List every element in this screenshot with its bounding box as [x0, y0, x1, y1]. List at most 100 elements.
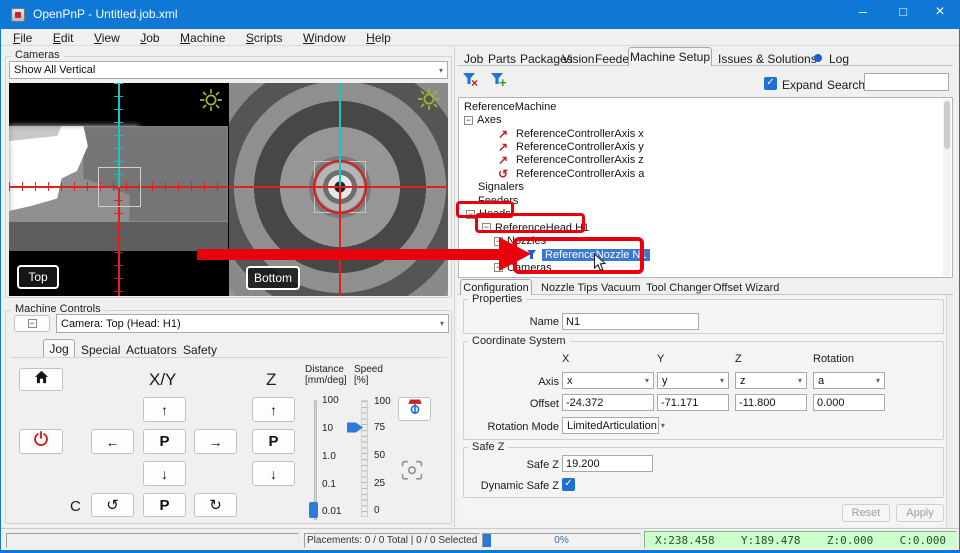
tab-jog[interactable]: Jog — [43, 339, 75, 357]
tab-vision[interactable]: Vision — [562, 52, 594, 66]
tree-item-axis-z[interactable]: ↗ ReferenceControllerAxis z — [462, 154, 952, 167]
minimize-button[interactable]: – — [846, 3, 880, 27]
camera-view-mode-select[interactable]: Show All Vertical ▾ — [9, 61, 448, 79]
camera-view-mode-value: Show All Vertical — [14, 64, 95, 76]
offset-x-input[interactable] — [562, 394, 654, 411]
safe-z-input[interactable] — [562, 455, 653, 472]
progress-bar: 0% — [482, 533, 641, 548]
tree-item-cameras[interactable]: − Cameras — [462, 261, 952, 274]
reset-button[interactable]: Reset — [842, 504, 890, 522]
menu-item-scripts[interactable]: Scripts — [238, 30, 291, 46]
tree-item-feeders[interactable]: Feeders — [462, 194, 952, 207]
name-input[interactable] — [562, 313, 699, 330]
axis-z-select[interactable]: z▾ — [735, 372, 807, 389]
collapse-expander-icon[interactable]: − — [464, 116, 473, 125]
tab-nozzle-tips[interactable]: Nozzle Tips — [541, 282, 598, 294]
light-icon[interactable] — [417, 87, 441, 116]
menu-item-job[interactable]: Job — [132, 30, 167, 46]
camera-strip: Top Bottom — [9, 83, 448, 296]
light-icon[interactable] — [199, 88, 223, 117]
arrow-right-icon: → — [209, 434, 223, 450]
expand-checkbox[interactable]: ✓ — [764, 77, 777, 90]
rotate-ccw-button[interactable]: ↺ — [91, 493, 134, 517]
offset-y-input[interactable] — [657, 394, 729, 411]
tree-item-axis-x[interactable]: ↗ ReferenceControllerAxis x — [462, 127, 952, 140]
menu-item-view[interactable]: View — [86, 30, 128, 46]
menu-item-file[interactable]: File — [5, 30, 40, 46]
camera-view-top[interactable]: Top — [9, 83, 228, 296]
park-c-button[interactable]: P — [143, 493, 186, 517]
camera-view-bottom[interactable]: Bottom — [229, 83, 448, 296]
tab-machine-setup[interactable]: Machine Setup — [628, 47, 712, 66]
chevron-down-icon: ▾ — [439, 66, 443, 75]
dynamic-safe-z-checkbox[interactable]: ✓ — [562, 478, 575, 491]
jog-z-down-button[interactable]: ↓ — [252, 461, 295, 486]
tab-offset-wizard[interactable]: Offset Wizard — [713, 282, 779, 294]
maximize-button[interactable]: □ — [886, 4, 920, 28]
collapse-expander-icon[interactable]: − — [482, 223, 491, 232]
tab-safety[interactable]: Safety — [183, 343, 217, 357]
tree-scrollbar-thumb[interactable] — [944, 101, 950, 149]
coordinate-system-legend: Coordinate System — [468, 335, 570, 347]
tab-parts[interactable]: Parts — [488, 52, 516, 66]
tree-item-axes[interactable]: − Axes — [462, 113, 952, 126]
close-button[interactable]: × — [923, 3, 957, 27]
collapse-controls-button[interactable]: − — [14, 315, 50, 332]
placements-status: Placements: 0 / 0 Total | 0 / 0 Selected… — [304, 533, 480, 548]
linear-axis-icon: ↗ — [498, 142, 513, 152]
tree-item-axis-y[interactable]: ↗ ReferenceControllerAxis y — [462, 140, 952, 153]
config-scrollbar[interactable] — [946, 295, 953, 527]
tool-select[interactable]: Camera: Top (Head: H1) ▾ — [56, 314, 449, 333]
axis-rotation-select[interactable]: a▾ — [813, 372, 885, 389]
tree-item-reference-head-h1[interactable]: − ReferenceHead H1 — [462, 221, 952, 234]
axis-x-select[interactable]: x▾ — [562, 372, 654, 389]
rotate-cw-button[interactable]: ↻ — [194, 493, 237, 517]
distance-slider-handle[interactable] — [309, 502, 318, 518]
tree-item-signalers[interactable]: Signalers — [462, 181, 952, 194]
tab-actuators[interactable]: Actuators — [126, 343, 177, 357]
name-label: Name — [461, 316, 559, 328]
tab-tool-changer[interactable]: Tool Changer — [646, 282, 711, 294]
tab-log[interactable]: Log — [829, 52, 849, 66]
menu-item-help[interactable]: Help — [358, 30, 399, 46]
tree-item-nozzles[interactable]: − Nozzles — [462, 234, 952, 247]
tree-scrollbar[interactable] — [943, 99, 951, 276]
camera-capture-icon[interactable] — [400, 460, 424, 486]
park-z-button[interactable]: P — [252, 429, 295, 454]
tree-item-reference-nozzle-n1[interactable]: ReferenceNozzle N1 — [462, 248, 952, 261]
jog-down-button[interactable]: ↓ — [143, 461, 186, 486]
menu-item-edit[interactable]: Edit — [45, 30, 82, 46]
jog-right-button[interactable]: → — [194, 429, 237, 454]
jog-left-button[interactable]: ← — [91, 429, 134, 454]
tab-job[interactable]: Job — [464, 52, 483, 66]
menu-item-machine[interactable]: Machine — [172, 30, 233, 46]
tree-item-axis-a[interactable]: ↺ ReferenceControllerAxis a — [462, 167, 952, 180]
offset-rotation-input[interactable] — [813, 394, 885, 411]
menu-item-window[interactable]: Window — [295, 30, 354, 46]
park-xy-button[interactable]: P — [143, 429, 186, 454]
power-button[interactable] — [19, 429, 63, 454]
park-nozzle-camera-button[interactable] — [398, 397, 431, 421]
home-button[interactable] — [19, 368, 63, 391]
offset-z-input[interactable] — [735, 394, 807, 411]
apply-button[interactable]: Apply — [896, 504, 944, 522]
filter-add-button[interactable]: + — [490, 72, 512, 92]
z-axis-label: Z — [266, 370, 276, 390]
search-input[interactable] — [864, 73, 949, 91]
tab-vacuum[interactable]: Vacuum — [601, 282, 641, 294]
rotation-mode-select[interactable]: LimitedArticulation▾ — [562, 417, 659, 434]
reticle-square — [98, 167, 141, 207]
panel-divider[interactable] — [454, 47, 455, 527]
tree-item-referencemachine[interactable]: ReferenceMachine — [462, 100, 952, 113]
jog-z-up-button[interactable]: ↑ — [252, 397, 295, 422]
axis-y-select[interactable]: y▾ — [657, 372, 729, 389]
tab-issues-solutions[interactable]: Issues & Solutions — [718, 52, 817, 66]
speed-slider[interactable] — [361, 400, 368, 517]
filter-remove-button[interactable]: × — [462, 72, 484, 92]
tree-item-heads[interactable]: − Heads — [462, 208, 952, 221]
crosshair-v-red — [339, 187, 341, 296]
chevron-down-icon: ▾ — [440, 319, 444, 328]
jog-up-button[interactable]: ↑ — [143, 397, 186, 422]
tab-special[interactable]: Special — [81, 343, 120, 357]
collapse-expander-icon[interactable]: − — [466, 210, 475, 219]
